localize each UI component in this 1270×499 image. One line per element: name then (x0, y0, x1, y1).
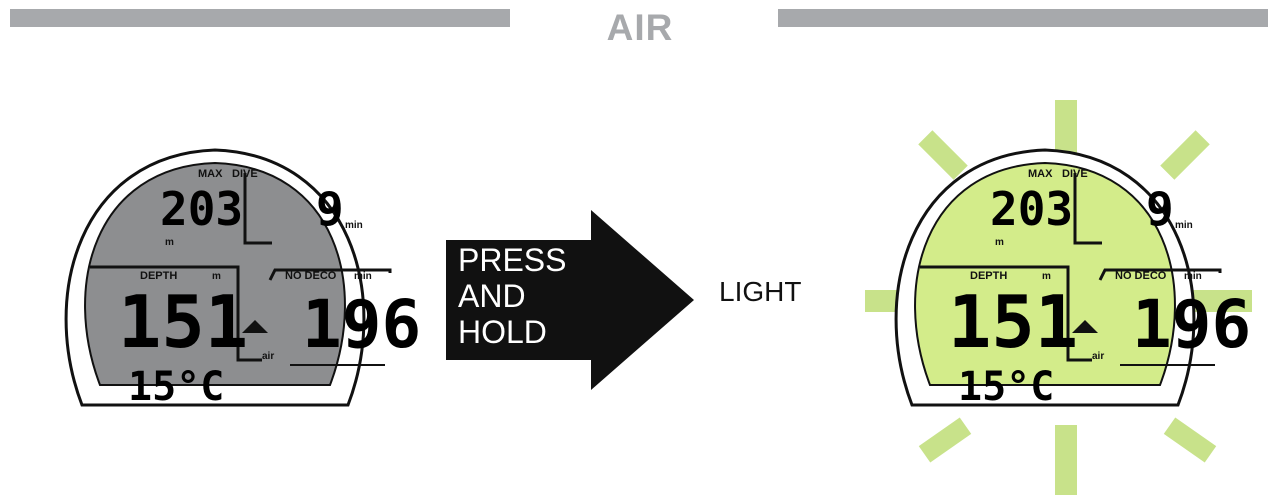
nodeco-label: NO DECO (285, 270, 337, 282)
arrow-instruction: PRESS AND HOLD (458, 242, 566, 350)
dive-computer-unlit: MAX DIVE 203 m 9 min DEPTH m 151 NO DECO… (0, 95, 430, 495)
arrow-line-2: AND (458, 278, 526, 314)
header-bar-left (10, 9, 510, 27)
max-depth-unit: m (165, 237, 174, 248)
dive-time-unit: min (1175, 220, 1193, 231)
air-label: air (262, 351, 274, 362)
max-label: MAX (198, 168, 223, 180)
header-bar-right (778, 9, 1268, 27)
nodeco-value: 196 (302, 286, 421, 363)
temperature-value: 15°C (128, 364, 224, 410)
dive-time-value: 9 (1146, 182, 1174, 236)
light-label: LIGHT (719, 276, 802, 307)
max-label: MAX (1028, 168, 1053, 180)
nodeco-unit: min (1184, 271, 1202, 282)
air-label: air (1092, 351, 1104, 362)
max-depth-value: 203 (990, 182, 1073, 236)
depth-value: 151 (118, 280, 248, 364)
temperature-value: 15°C (958, 364, 1054, 410)
dive-time-value: 9 (316, 182, 344, 236)
nodeco-unit: min (354, 271, 372, 282)
nodeco-value: 196 (1132, 286, 1251, 363)
dive-computer-lit: MAX DIVE 203 m 9 min DEPTH m 151 NO DECO… (830, 95, 1260, 495)
arrow-line-3: HOLD (458, 314, 547, 350)
dive-time-unit: min (345, 220, 363, 231)
arrow-line-1: PRESS (458, 242, 567, 278)
max-depth-unit: m (995, 237, 1004, 248)
max-depth-value: 203 (160, 182, 243, 236)
nodeco-label: NO DECO (1115, 270, 1167, 282)
press-and-hold-arrow: PRESS AND HOLD (446, 210, 696, 390)
header-title: AIR (606, 7, 674, 48)
depth-value: 151 (948, 280, 1078, 364)
